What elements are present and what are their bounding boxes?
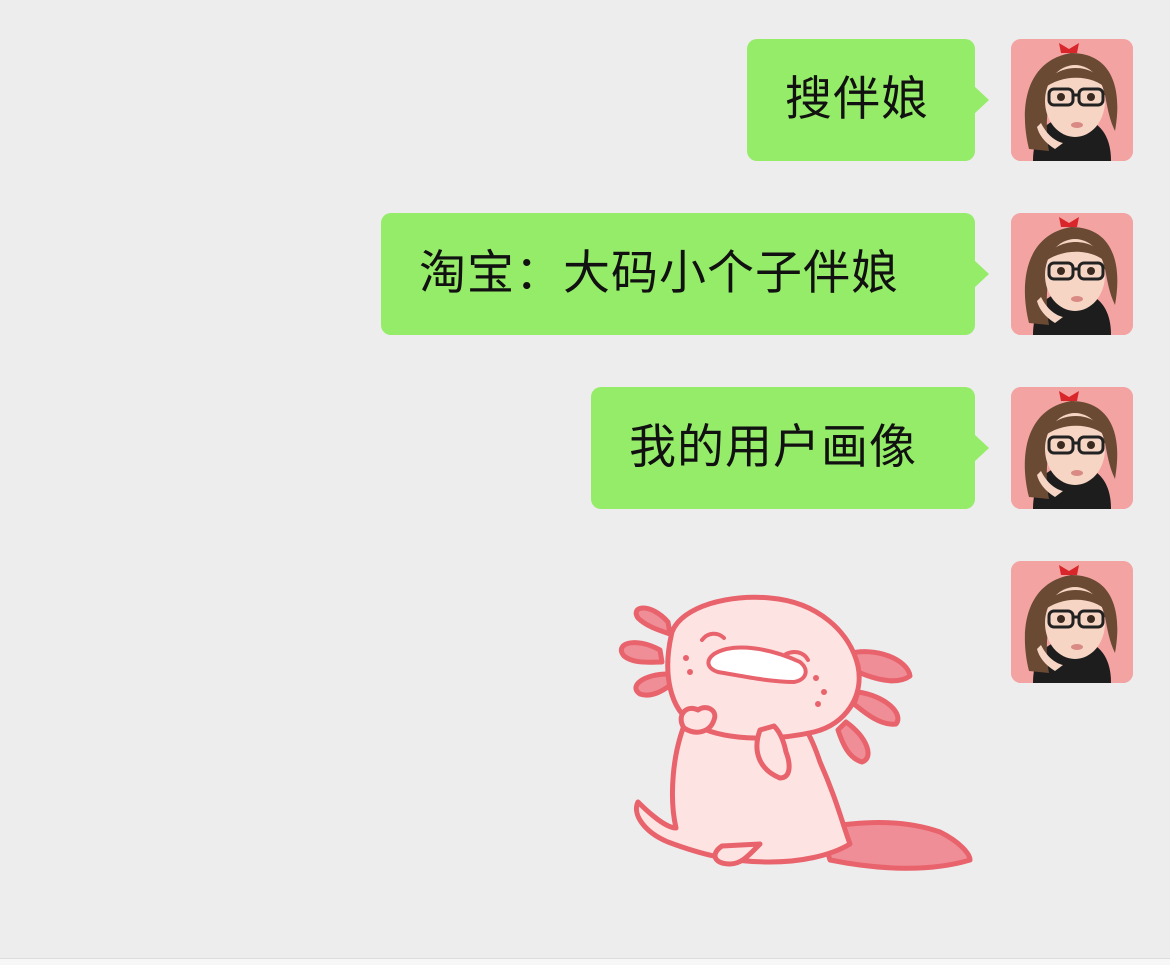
avatar-image — [1011, 39, 1133, 161]
axolotl-icon — [619, 594, 973, 871]
message-bubble[interactable]: 搜伴娘 — [747, 39, 989, 161]
avatar[interactable] — [1011, 39, 1133, 161]
message-bubble[interactable]: 淘宝：大码小个子伴娘 — [381, 213, 989, 335]
avatar[interactable] — [1011, 387, 1133, 509]
message-bubble[interactable]: 我的用户画像 — [591, 387, 989, 509]
avatar-image — [1011, 561, 1133, 683]
avatar-image — [1011, 387, 1133, 509]
avatar[interactable] — [1011, 213, 1133, 335]
avatar-image — [1011, 213, 1133, 335]
chat-area[interactable]: 搜伴娘 淘宝：大码小个子伴娘 我的用户画像 — [0, 0, 1170, 958]
input-bar-edge — [0, 958, 1170, 965]
avatar[interactable] — [1011, 561, 1133, 683]
crying-axolotl-sticker[interactable] — [610, 592, 980, 882]
